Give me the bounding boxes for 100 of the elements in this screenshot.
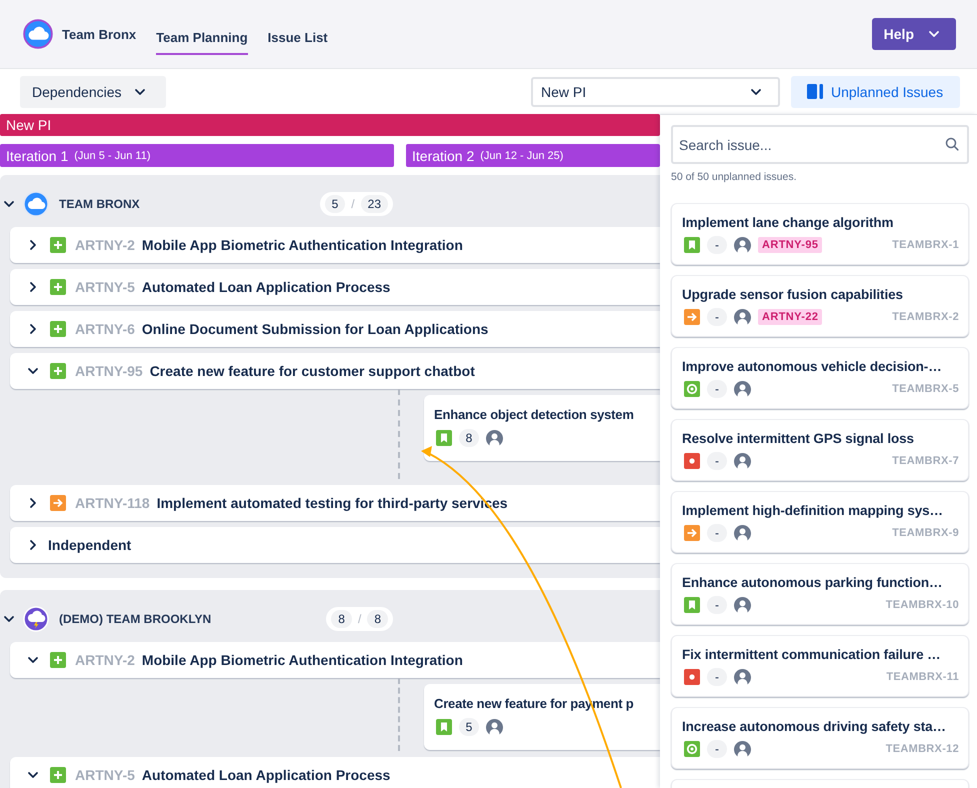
pi-bar: New PI <box>0 114 660 136</box>
issue-card[interactable]: Improve autonomous vehicle decision-… - TEAMBRX-5 <box>671 347 969 409</box>
chevron-down-icon[interactable] <box>3 613 15 625</box>
chevron-down-icon[interactable] <box>928 28 940 40</box>
estimate-badge: 5 <box>459 718 479 736</box>
issue-key: ARTNY-2 <box>75 237 135 253</box>
issue-card[interactable]: Increase autonomous driving safety sta… - TEAMBRX-12 <box>671 707 969 769</box>
issue-key: TEAMBRX-10 <box>886 599 959 611</box>
feature-row[interactable]: ARTNY-2 Mobile App Biometric Authentication Integration <box>10 227 660 263</box>
issue-title: Fix intermittent communication failure … <box>682 647 942 662</box>
bookmark-icon <box>436 430 452 446</box>
search-icon <box>945 137 959 151</box>
chevron-right-icon[interactable] <box>27 539 39 551</box>
issue-key: TEAMBRX-11 <box>886 671 959 683</box>
pi-select[interactable]: New PI <box>531 76 780 106</box>
issue-card[interactable]: Enhance object detection system 8 <box>424 395 660 461</box>
chevron-down-icon[interactable] <box>27 654 39 666</box>
team-name: (DEMO) TEAM BROOKLYN <box>59 612 212 626</box>
iteration-dates: (Jun 12 - Jun 25) <box>480 150 564 162</box>
issue-count-text: 50 of 50 unplanned issues. <box>671 171 798 183</box>
help-button[interactable]: Help <box>872 18 956 50</box>
planned-count: 8 <box>331 610 352 628</box>
user-avatar-icon <box>486 718 503 736</box>
issue-card[interactable]: Enhance autonomous parking function… - TEAMBRX-10 <box>671 563 969 625</box>
dependencies-dropdown[interactable]: Dependencies <box>20 76 166 108</box>
nav-tab[interactable]: Team Planning <box>156 20 248 54</box>
total-count: 8 <box>367 610 388 628</box>
storm-cloud-avatar-icon <box>23 606 49 632</box>
user-avatar-icon <box>486 430 503 446</box>
plus-square-icon <box>50 237 66 253</box>
issue-title: Enhance autonomous parking function… <box>682 575 944 590</box>
issue-card[interactable]: Implement high-definition mapping sys… - TEAMBRX-9 <box>671 491 969 553</box>
feature-row[interactable]: Independent <box>10 527 660 563</box>
feature-title: Independent <box>48 537 132 553</box>
feature-row[interactable]: ARTNY-6 Online Document Submission for Loan Applications <box>10 311 660 347</box>
issue-key: TEAMBRX-2 <box>892 311 959 323</box>
estimate-badge: - <box>707 308 727 326</box>
feature-row[interactable]: ARTNY-95 Create new feature for customer support chatbot <box>10 353 660 389</box>
total-count: 23 <box>360 195 388 213</box>
issue-card[interactable]: Upgrade sensor fusion capabilities - ARTNY-22 TEAMBRX-2 <box>671 275 969 337</box>
chevron-down-icon[interactable] <box>27 365 39 377</box>
search-field[interactable]: Search issue... <box>671 125 969 164</box>
feature-title: Online Document Submission for Loan Applications <box>142 321 488 337</box>
issue-key: TEAMBRX-7 <box>892 455 959 467</box>
issue-key: TEAMBRX-1 <box>892 239 959 251</box>
chevron-down-icon[interactable] <box>3 198 15 210</box>
issue-key: TEAMBRX-5 <box>892 383 959 395</box>
issue-key: TEAMBRX-12 <box>886 743 959 755</box>
plus-square-icon <box>50 652 66 668</box>
target-icon <box>684 741 700 757</box>
dot-square-icon <box>684 669 700 685</box>
issue-key: ARTNY-118 <box>75 495 150 511</box>
issue-key: ARTNY-6 <box>75 321 135 337</box>
chevron-right-icon[interactable] <box>27 497 39 509</box>
estimate-badge: - <box>707 668 727 686</box>
iteration-name: Iteration 1 <box>6 148 68 164</box>
bookmark-icon <box>684 237 700 253</box>
user-avatar-icon <box>734 380 751 398</box>
issue-title: Implement high-definition mapping sys… <box>682 503 944 518</box>
user-avatar-icon <box>734 740 751 758</box>
parent-tag: ARTNY-22 <box>758 309 822 325</box>
count-separator: / <box>358 612 362 626</box>
feature-row[interactable]: ARTNY-5 Automated Loan Application Process <box>10 269 660 305</box>
user-avatar-icon <box>734 668 751 686</box>
feature-title: Automated Loan Application Process <box>142 279 390 295</box>
issue-title: Implement lane change algorithm <box>682 215 894 230</box>
issue-key: ARTNY-2 <box>75 652 135 668</box>
chevron-right-icon[interactable] <box>27 281 39 293</box>
estimate-badge: - <box>707 380 727 398</box>
nav-tab[interactable]: Issue List <box>268 20 328 54</box>
issue-title: Increase autonomous driving safety sta… <box>682 719 947 734</box>
iteration-dates: (Jun 5 - Jun 11) <box>74 150 150 162</box>
feature-title: Create new feature for customer support chatbot <box>150 363 475 379</box>
user-avatar-icon <box>734 596 751 614</box>
issue-card[interactable]: Resolve intermittent GPS signal loss - TEAMBRX-7 <box>671 419 969 481</box>
side-panel-icon <box>807 84 823 99</box>
user-avatar-icon <box>734 524 751 542</box>
plus-square-icon <box>50 321 66 337</box>
chevron-right-icon[interactable] <box>27 239 39 251</box>
feature-title: Mobile App Biometric Authentication Integration <box>142 652 463 668</box>
unplanned-issues-button[interactable]: Unplanned Issues <box>791 76 960 108</box>
issue-card[interactable]: Implement lane change algorithm - ARTNY-95 TEAMBRX-1 <box>671 203 969 265</box>
issue-title: Upgrade sensor fusion capabilities <box>682 287 904 302</box>
chevron-down-icon[interactable] <box>27 769 39 781</box>
estimate-badge: 8 <box>459 429 479 447</box>
feature-title: Automated Loan Application Process <box>142 767 390 783</box>
estimate-badge: - <box>707 236 727 254</box>
chevron-right-icon[interactable] <box>27 323 39 335</box>
parent-tag: ARTNY-95 <box>758 237 822 253</box>
target-icon <box>684 381 700 397</box>
user-avatar-icon <box>734 236 751 254</box>
feature-row[interactable]: ARTNY-5 Automated Loan Application Process <box>10 757 660 788</box>
team-name: TEAM BRONX <box>59 197 140 211</box>
feature-row[interactable]: ARTNY-2 Mobile App Biometric Authentication Integration <box>10 642 660 678</box>
estimate-badge: - <box>707 740 727 758</box>
plus-square-icon <box>50 363 66 379</box>
iteration-name: Iteration 2 <box>412 148 474 164</box>
user-avatar-icon <box>734 308 751 326</box>
count-separator: / <box>351 197 355 211</box>
issue-card[interactable]: Fix intermittent communication failure … - TEAMBRX-11 <box>671 635 969 697</box>
